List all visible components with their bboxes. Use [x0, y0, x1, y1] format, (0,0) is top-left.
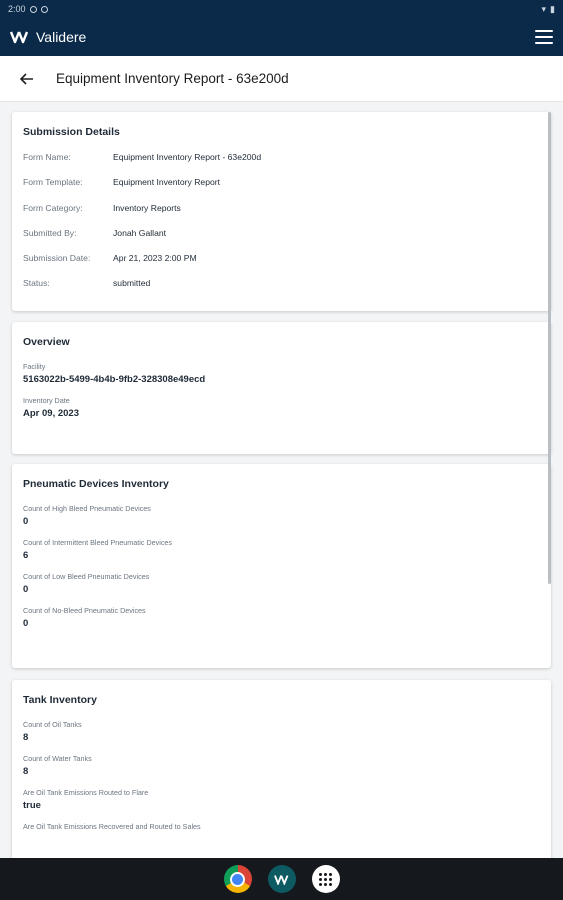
brand-name: Validere: [36, 29, 87, 45]
back-arrow-icon[interactable]: [16, 68, 38, 90]
field-value: 0: [23, 584, 29, 595]
validere-logo-icon: [10, 31, 29, 44]
status-value: submitted: [113, 278, 151, 289]
field-label: Facility: [23, 362, 46, 371]
page-title: Equipment Inventory Report - 63e200d: [56, 71, 289, 86]
scrollbar[interactable]: [548, 112, 551, 584]
battery-icon: ▮: [550, 3, 555, 14]
field-value: 8: [23, 766, 29, 777]
detail-row: Form Category: Inventory Reports: [23, 203, 540, 228]
field-value: 8: [23, 732, 29, 743]
pneumatic-devices-card: Pneumatic Devices Inventory Count of Hig…: [12, 464, 551, 668]
field: Count of Oil Tanks 8: [23, 720, 540, 743]
status-notification-icon: [29, 5, 37, 13]
detail-row: Submitted By: Jonah Gallant: [23, 228, 540, 253]
detail-value: Apr 21, 2023 2:00 PM: [113, 253, 197, 264]
detail-label: Submitted By:: [23, 227, 77, 238]
field-value: true: [23, 800, 41, 811]
field-value: 0: [23, 618, 29, 629]
card-title: Tank Inventory: [23, 694, 97, 706]
field: Inventory Date Apr 09, 2023: [23, 396, 540, 419]
detail-value: Jonah Gallant: [113, 227, 167, 238]
field: Facility 5163022b-5499-4b4b-9fb2-328308e…: [23, 362, 540, 385]
field: Count of No-Bleed Pneumatic Devices 0: [23, 606, 540, 629]
field: Are Oil Tank Emissions Recovered and Rou…: [23, 822, 540, 831]
tank-inventory-card: Tank Inventory Count of Oil Tanks 8 Coun…: [12, 680, 551, 858]
field-value: Apr 09, 2023: [23, 408, 79, 419]
field-label: Are Oil Tank Emissions Routed to Flare: [23, 788, 149, 797]
detail-value: Equipment Inventory Report - 63e200d: [113, 152, 262, 162]
system-status-bar: 2:00 ▾ ▮: [0, 0, 563, 18]
field-label: Count of Water Tanks: [23, 754, 92, 763]
card-title: Submission Details: [23, 126, 120, 138]
hamburger-menu-icon[interactable]: [535, 30, 553, 44]
detail-label: Form Name:: [23, 152, 71, 162]
detail-row: Form Name: Equipment Inventory Report - …: [23, 152, 540, 177]
page-header: Equipment Inventory Report - 63e200d: [0, 56, 563, 102]
brand[interactable]: Validere: [10, 29, 86, 45]
dock-bar: [0, 858, 563, 900]
field-label: Count of High Bleed Pneumatic Devices: [23, 504, 151, 513]
detail-row: Status: submitted: [23, 278, 540, 303]
detail-row: Form Template: Equipment Inventory Repor…: [23, 177, 540, 202]
field-label: Count of Intermittent Bleed Pneumatic De…: [23, 538, 173, 547]
overview-card: Overview Facility 5163022b-5499-4b4b-9fb…: [12, 322, 551, 454]
field: Count of Low Bleed Pneumatic Devices 0: [23, 572, 540, 595]
submission-details-card: Submission Details Form Name: Equipment …: [12, 112, 551, 311]
field-label: Count of Low Bleed Pneumatic Devices: [23, 572, 150, 581]
field: Are Oil Tank Emissions Routed to Flare t…: [23, 788, 540, 811]
detail-value: Inventory Reports: [113, 202, 181, 213]
validere-app-icon[interactable]: [267, 865, 296, 893]
field-label: Count of Oil Tanks: [23, 720, 82, 729]
detail-row: Submission Date: Apr 21, 2023 2:00 PM: [23, 253, 540, 278]
status-notification-icon: [40, 5, 48, 13]
field-label: Are Oil Tank Emissions Recovered and Rou…: [23, 822, 201, 831]
field: Count of Water Tanks 8: [23, 754, 540, 777]
field-label: Count of No-Bleed Pneumatic Devices: [23, 606, 146, 615]
detail-label: Submission Date:: [23, 253, 91, 264]
field-value: 6: [23, 550, 29, 561]
field-label: Inventory Date: [23, 396, 70, 405]
chrome-icon[interactable]: [223, 865, 252, 893]
detail-label: Form Category:: [23, 202, 83, 213]
field-value: 5163022b-5499-4b4b-9fb2-328308e49ecd: [23, 374, 206, 385]
report-content[interactable]: Submission Details Form Name: Equipment …: [0, 102, 563, 858]
card-title: Overview: [23, 336, 70, 348]
detail-label: Form Template:: [23, 177, 83, 188]
detail-label: Status:: [23, 278, 50, 289]
app-drawer-icon[interactable]: [311, 865, 340, 893]
field-value: 0: [23, 516, 29, 527]
detail-value: Equipment Inventory Report: [113, 177, 221, 188]
app-bar: Validere: [0, 18, 563, 56]
wifi-icon: ▾: [541, 3, 547, 14]
status-time: 2:00: [8, 4, 26, 14]
card-title: Pneumatic Devices Inventory: [23, 478, 169, 490]
field: Count of High Bleed Pneumatic Devices 0: [23, 504, 540, 527]
field: Count of Intermittent Bleed Pneumatic De…: [23, 538, 540, 561]
